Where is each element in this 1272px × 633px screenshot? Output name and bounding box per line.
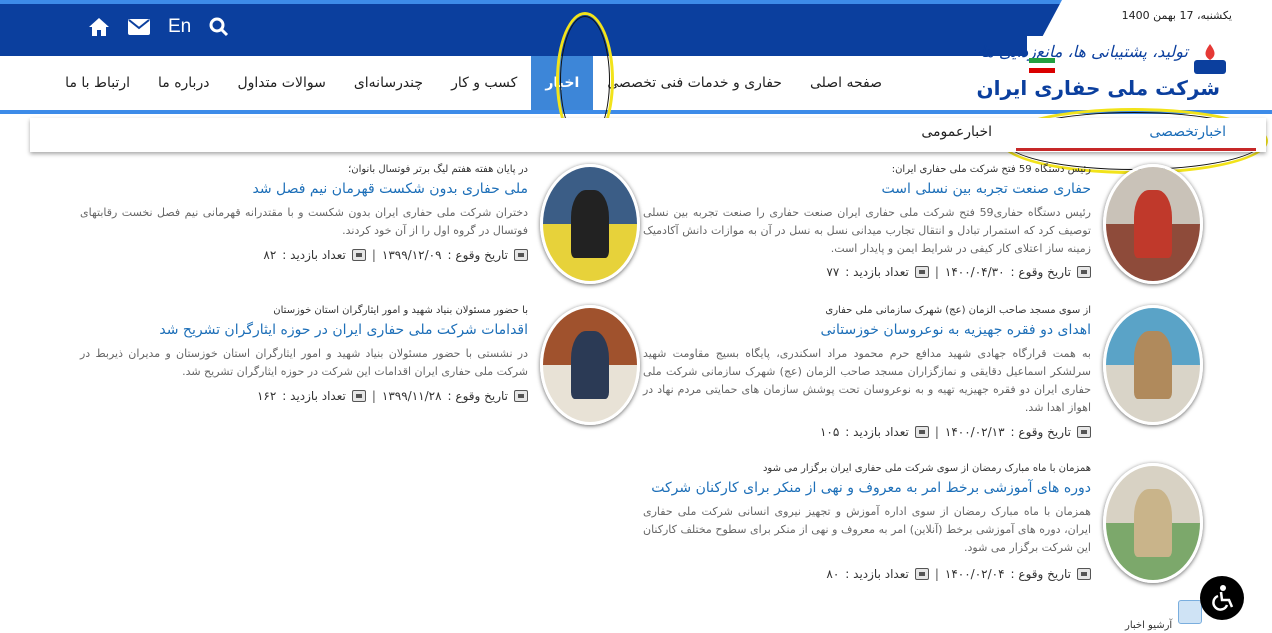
visits-label: تعداد بازدید : — [282, 248, 346, 262]
news-meta: تاریخ وقوع : ۱۴۰۰/۰۲/۰۴ | تعداد بازدید :… — [826, 567, 1091, 581]
calendar-icon — [1077, 426, 1091, 438]
company-logo[interactable]: تولید، پشتیبانی ها، مانع‌زدایی ها شرکت م… — [977, 36, 1232, 110]
news-thumbnail[interactable] — [1103, 463, 1203, 583]
news-thumbnail[interactable] — [1103, 164, 1203, 284]
flag-icon — [1029, 58, 1055, 74]
nav-item-contact[interactable]: ارتباط با ما — [51, 56, 144, 110]
film-icon — [351, 390, 366, 402]
film-icon — [914, 266, 929, 278]
news-meta: تاریخ وقوع : ۱۳۹۹/۱۱/۲۸ | تعداد بازدید :… — [257, 389, 528, 403]
news-visits: ۱۶۲ — [256, 389, 277, 403]
news-date: ۱۴۰۰/۰۲/۰۴ — [944, 567, 1005, 581]
date-label: تاریخ وقوع : — [447, 389, 508, 403]
visits-label: تعداد بازدید : — [845, 425, 909, 439]
calendar-icon — [514, 249, 528, 261]
news-visits: ۸۲ — [263, 248, 277, 262]
news-excerpt: همزمان با ماه مبارک رمضان از سوی اداره آ… — [643, 505, 1091, 554]
meta-separator: | — [934, 567, 939, 581]
news-title[interactable]: دوره های آموزشی برخط امر به معروف و نهی … — [651, 480, 1091, 496]
news-pretitle: با حضور مسئولان بنیاد شهید و امور ایثارگ… — [273, 305, 528, 316]
news-excerpt: به همت قرارگاه جهادی شهید مدافع حرم محمو… — [643, 347, 1091, 414]
meta-separator: | — [934, 425, 939, 439]
news-card: همزمان با ماه مبارک رمضان از سوی شرکت مل… — [643, 463, 1203, 593]
news-visits: ۷۷ — [826, 265, 840, 279]
news-meta: تاریخ وقوع : ۱۳۹۹/۱۲/۰۹ | تعداد بازدید :… — [263, 248, 528, 262]
news-visits: ۱۰۵ — [819, 425, 840, 439]
news-pretitle: رئیس دستگاه 59 فتح شرکت ملی حفاری ایران: — [891, 164, 1091, 175]
nav-item-news[interactable]: اخبار — [531, 56, 594, 110]
nav-item-home[interactable]: صفحه اصلی — [796, 56, 896, 110]
active-tab-underline — [1016, 148, 1256, 151]
news-date: ۱۴۰۰/۰۲/۱۳ — [944, 425, 1005, 439]
date-label: تاریخ وقوع : — [1010, 567, 1071, 581]
archive-icon[interactable] — [1178, 600, 1202, 624]
news-pretitle: در پایان هفته هفتم لیگ برتر فوتسال بانوا… — [348, 164, 528, 175]
calendar-icon — [1077, 568, 1091, 580]
news-thumbnail[interactable] — [540, 305, 640, 425]
date-label: تاریخ وقوع : — [1010, 265, 1071, 279]
logo-emblem-icon — [1194, 44, 1226, 74]
news-title[interactable]: اقدامات شرکت ملی حفاری ایران در حوزه ایث… — [159, 322, 528, 338]
news-title[interactable]: ملی حفاری بدون شکست قهرمان نیم فصل شد — [252, 181, 528, 197]
film-icon — [351, 249, 366, 261]
visits-label: تعداد بازدید : — [282, 389, 346, 403]
calendar-icon — [1077, 266, 1091, 278]
top-icons: En — [88, 14, 229, 40]
logo-slogan: تولید، پشتیبانی ها، مانع‌زدایی ها — [980, 42, 1189, 61]
news-card: از سوی مسجد صاحب الزمان (عج) شهرک سازمان… — [643, 305, 1203, 439]
news-pretitle: همزمان با ماه مبارک رمضان از سوی شرکت مل… — [762, 463, 1091, 474]
current-date: یکشنبه، 17 بهمن 1400 — [1121, 9, 1232, 22]
news-meta: تاریخ وقوع : ۱۴۰۰/۰۲/۱۳ | تعداد بازدید :… — [820, 425, 1091, 439]
mail-icon[interactable] — [128, 14, 150, 40]
main-nav: صفحه اصلی حفاری و خدمات فنی تخصصی اخبار … — [51, 56, 896, 110]
nav-bottom-line — [0, 110, 1272, 114]
nav-item-business[interactable]: کسب و کار — [437, 56, 531, 110]
nav-item-faq[interactable]: سوالات متداول — [223, 56, 339, 110]
nav-item-about[interactable]: درباره ما — [144, 56, 223, 110]
news-excerpt: در نشستی با حضور مسئولان بنیاد شهید و ام… — [80, 347, 528, 378]
news-thumbnail[interactable] — [540, 164, 640, 284]
news-excerpt: رئیس دستگاه حفاری59 فتح شرکت ملی حفاری ا… — [643, 206, 1091, 255]
news-card: با حضور مسئولان بنیاد شهید و امور ایثارگ… — [80, 305, 640, 435]
news-title[interactable]: اهدای دو فقره جهیزیه به نوعروسان خوزستان… — [820, 322, 1091, 338]
date-label: تاریخ وقوع : — [1010, 425, 1071, 439]
visits-label: تعداد بازدید : — [845, 265, 909, 279]
wheelchair-icon[interactable] — [1200, 576, 1244, 620]
news-card: رئیس دستگاه 59 فتح شرکت ملی حفاری ایران:… — [643, 164, 1203, 294]
news-card: در پایان هفته هفتم لیگ برتر فوتسال بانوا… — [80, 164, 640, 294]
news-date: ۱۳۹۹/۱۱/۲۸ — [381, 389, 442, 403]
news-excerpt: دختران شرکت ملی حفاری ایران بدون شکست و … — [80, 206, 528, 237]
calendar-icon — [514, 390, 528, 402]
search-icon[interactable] — [209, 14, 229, 40]
news-meta: تاریخ وقوع : ۱۴۰۰/۰۴/۳۰ | تعداد بازدید :… — [826, 265, 1091, 279]
visits-label: تعداد بازدید : — [845, 567, 909, 581]
logo-company-name: شرکت ملی حفاری ایران — [976, 76, 1220, 100]
news-date: ۱۴۰۰/۰۴/۳۰ — [944, 265, 1005, 279]
news-tabs-bar: اخبارتخصصی اخبارعمومی — [30, 118, 1266, 152]
film-icon — [914, 568, 929, 580]
tab-general-news[interactable]: اخبارعمومی — [921, 124, 992, 140]
meta-separator: | — [371, 389, 376, 403]
news-pretitle: از سوی مسجد صاحب الزمان (عج) شهرک سازمان… — [825, 305, 1091, 316]
news-thumbnail[interactable] — [1103, 305, 1203, 425]
meta-separator: | — [934, 265, 939, 279]
news-date: ۱۳۹۹/۱۲/۰۹ — [381, 248, 442, 262]
meta-separator: | — [371, 248, 376, 262]
date-label: تاریخ وقوع : — [447, 248, 508, 262]
news-archive-link[interactable]: آرشیو اخبار — [1125, 620, 1172, 631]
nav-item-multimedia[interactable]: چندرسانه‌ای — [340, 56, 437, 110]
news-title[interactable]: حفاری صنعت تجربه بین نسلی است — [882, 181, 1091, 197]
film-icon — [914, 426, 929, 438]
home-icon[interactable] — [88, 14, 110, 40]
news-visits: ۸۰ — [826, 567, 840, 581]
tab-special-news[interactable]: اخبارتخصصی — [1149, 124, 1226, 140]
nav-item-drilling-services[interactable]: حفاری و خدمات فنی تخصصی — [593, 56, 796, 110]
english-language-link[interactable]: En — [168, 16, 191, 38]
